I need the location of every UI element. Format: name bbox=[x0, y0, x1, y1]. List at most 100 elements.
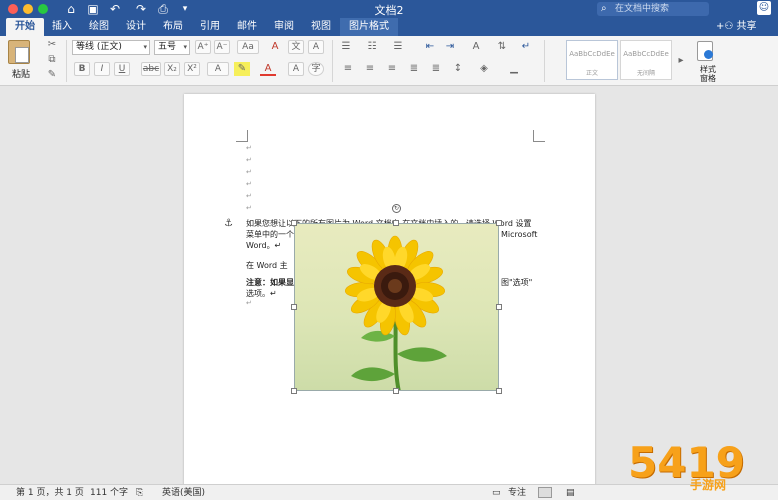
cut-icon[interactable]: ✂ bbox=[44, 38, 60, 52]
focus-icon[interactable]: ▭ bbox=[492, 487, 501, 499]
paragraph-mark: ↵ bbox=[246, 144, 252, 152]
tab-picture-format[interactable]: 图片格式 bbox=[340, 18, 398, 36]
strikethrough-button[interactable]: abc bbox=[141, 62, 161, 76]
align-right-icon[interactable]: ≡ bbox=[384, 62, 400, 76]
style-normal[interactable]: AaBbCcDdEe 正文 bbox=[566, 40, 618, 80]
doc-line[interactable]: 在 Word 主 bbox=[246, 260, 288, 271]
text-effects-icon[interactable]: A bbox=[207, 62, 229, 76]
styles-pane-icon[interactable] bbox=[697, 41, 713, 61]
font-name-select[interactable]: 等线 (正文) ▾ bbox=[72, 40, 150, 55]
enclose-characters-icon[interactable]: 字 bbox=[308, 62, 324, 76]
character-shading-icon[interactable]: A bbox=[288, 62, 304, 76]
chevron-right-icon[interactable]: ▸ bbox=[676, 54, 686, 68]
tab-references[interactable]: 引用 bbox=[191, 18, 229, 36]
rotate-handle[interactable]: ↻ bbox=[392, 204, 401, 213]
tab-mailings[interactable]: 邮件 bbox=[228, 18, 266, 36]
shrink-font-icon[interactable]: A⁻ bbox=[214, 40, 230, 54]
style-preview: AaBbCcDdEe bbox=[623, 50, 669, 58]
show-marks-icon[interactable]: ↵ bbox=[518, 40, 534, 54]
doc-line[interactable]: 注意：如果显 bbox=[246, 277, 294, 288]
character-border-icon[interactable]: A bbox=[308, 40, 324, 54]
chevron-down-icon: ▾ bbox=[143, 43, 147, 51]
styles-pane-label[interactable]: 样式窗格 bbox=[697, 65, 719, 83]
resize-handle[interactable] bbox=[393, 388, 399, 394]
paste-icon[interactable] bbox=[8, 40, 30, 64]
resize-handle[interactable] bbox=[393, 220, 399, 226]
grow-font-icon[interactable]: A⁺ bbox=[195, 40, 211, 54]
superscript-button[interactable]: X² bbox=[184, 62, 200, 76]
tab-home[interactable]: 开始 bbox=[6, 18, 44, 36]
font-color-icon[interactable]: A bbox=[260, 62, 276, 76]
resize-handle[interactable] bbox=[291, 388, 297, 394]
resize-handle[interactable] bbox=[291, 220, 297, 226]
share-label: 共享 bbox=[736, 21, 757, 32]
resize-handle[interactable] bbox=[291, 304, 297, 310]
clear-format-icon[interactable]: A bbox=[267, 40, 283, 54]
doc-line-fragment[interactable]: Microsoft bbox=[501, 229, 537, 240]
tab-view[interactable]: 视图 bbox=[302, 18, 340, 36]
resize-handle[interactable] bbox=[496, 388, 502, 394]
watermark-logo: 5419 bbox=[628, 438, 745, 487]
document-area[interactable]: ↵ ↵ ↵ ↵ ↵ ↵ ⚓ 如果您想让以下的所有图片为 Word 文档中 在文档… bbox=[0, 86, 778, 494]
web-layout-icon[interactable]: ▤ bbox=[566, 487, 575, 499]
highlight-icon[interactable]: ✎ bbox=[234, 62, 250, 76]
style-no-spacing[interactable]: AaBbCcDdEe 无间隔 bbox=[620, 40, 672, 80]
document-page[interactable]: ↵ ↵ ↵ ↵ ↵ ↵ ⚓ 如果您想让以下的所有图片为 Word 文档中 在文档… bbox=[184, 94, 595, 494]
change-case-icon[interactable]: Aa bbox=[237, 40, 259, 54]
language[interactable]: 英语(美国) bbox=[162, 487, 205, 499]
ribbon-home: 粘贴 ✂ ⧉ ✎ 等线 (正文) ▾ 五号 ▾ A⁺ A⁻ Aa A 文 A B… bbox=[0, 36, 778, 86]
sort-icon[interactable]: ⇅ bbox=[494, 40, 510, 54]
phonetic-guide-icon[interactable]: 文 bbox=[288, 40, 304, 54]
format-painter-icon[interactable]: ✎ bbox=[44, 68, 60, 82]
divider bbox=[66, 40, 67, 82]
search-icon: ⌕ bbox=[601, 3, 607, 14]
chevron-down-icon: ▾ bbox=[183, 43, 187, 51]
multilevel-list-icon[interactable]: ☰ bbox=[390, 40, 406, 54]
distribute-icon[interactable]: ≣ bbox=[428, 62, 444, 76]
proofing-icon[interactable]: ⎘ bbox=[136, 487, 143, 499]
bold-button[interactable]: B bbox=[74, 62, 90, 76]
account-icon[interactable]: ☺ bbox=[757, 1, 771, 15]
tab-draw[interactable]: 绘图 bbox=[80, 18, 118, 36]
paragraph-mark: ↵ bbox=[246, 168, 252, 176]
tab-layout[interactable]: 布局 bbox=[154, 18, 192, 36]
decrease-indent-icon[interactable]: ⇤ bbox=[422, 40, 438, 54]
increase-indent-icon[interactable]: ⇥ bbox=[442, 40, 458, 54]
paragraph-mark: ↵ bbox=[246, 156, 252, 164]
word-count[interactable]: 111 个字 bbox=[90, 487, 128, 499]
underline-button[interactable]: U bbox=[114, 62, 130, 76]
sunflower-image[interactable] bbox=[294, 223, 499, 391]
search-placeholder: 在文档中搜索 bbox=[615, 4, 670, 14]
subscript-button[interactable]: X₂ bbox=[164, 62, 180, 76]
page-count[interactable]: 第 1 页，共 1 页 bbox=[16, 487, 84, 499]
shading-icon[interactable]: ◈ bbox=[476, 62, 492, 76]
tab-review[interactable]: 审阅 bbox=[265, 18, 303, 36]
doc-line[interactable]: 菜单中的一个 bbox=[246, 229, 294, 240]
asian-layout-icon[interactable]: A bbox=[468, 40, 484, 54]
copy-icon[interactable]: ⧉ bbox=[44, 53, 60, 67]
align-left-icon[interactable]: ≡ bbox=[340, 62, 356, 76]
bullets-icon[interactable]: ☰ bbox=[338, 40, 354, 54]
numbering-icon[interactable]: ☷ bbox=[364, 40, 380, 54]
align-center-icon[interactable]: ≡ bbox=[362, 62, 378, 76]
tab-insert[interactable]: 插入 bbox=[43, 18, 81, 36]
print-layout-icon[interactable] bbox=[538, 487, 552, 498]
paragraph-mark: ↵ bbox=[246, 204, 252, 212]
doc-line-fragment[interactable]: 图"选项" bbox=[501, 277, 532, 288]
share-button[interactable]: +⚇ 共享 bbox=[716, 19, 757, 35]
italic-button[interactable]: I bbox=[94, 62, 110, 76]
resize-handle[interactable] bbox=[496, 220, 502, 226]
resize-handle[interactable] bbox=[496, 304, 502, 310]
doc-line[interactable]: 选项。↵ bbox=[246, 288, 277, 299]
font-size-select[interactable]: 五号 ▾ bbox=[154, 40, 190, 55]
paragraph-mark: ↵ bbox=[246, 299, 252, 307]
focus-label[interactable]: 专注 bbox=[508, 487, 526, 499]
doc-line[interactable]: Word。↵ bbox=[246, 240, 281, 251]
search-input[interactable]: ⌕ 在文档中搜索 bbox=[597, 2, 709, 16]
tab-design[interactable]: 设计 bbox=[117, 18, 155, 36]
borders-icon[interactable]: ▁ bbox=[506, 62, 522, 76]
margin-corner bbox=[236, 130, 248, 142]
justify-icon[interactable]: ≣ bbox=[406, 62, 422, 76]
divider bbox=[544, 40, 545, 82]
line-spacing-icon[interactable]: ↕ bbox=[450, 62, 466, 76]
